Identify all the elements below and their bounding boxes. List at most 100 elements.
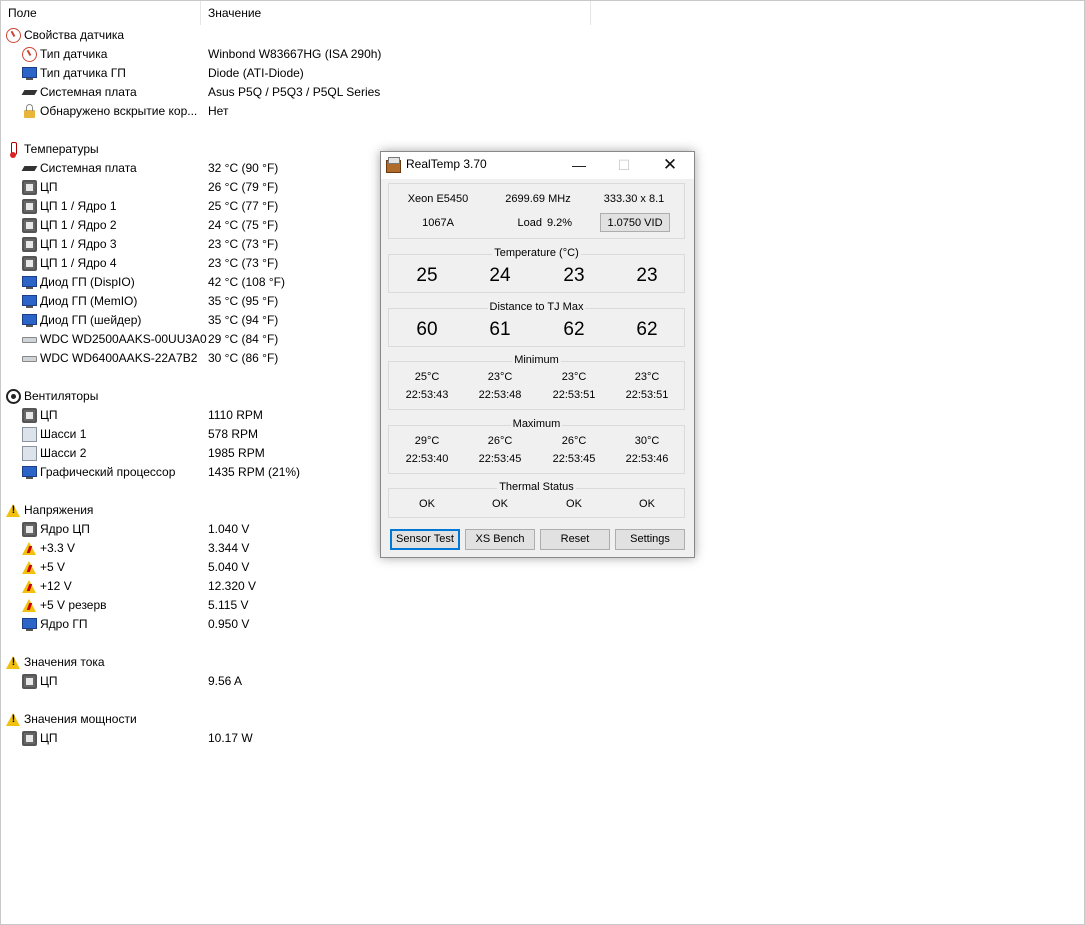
cpu-icon xyxy=(22,522,37,537)
tree-row[interactable]: Тип датчика Winbond W83667HG (ISA 290h) xyxy=(0,45,600,64)
vid-button[interactable]: 1.0750 VID xyxy=(600,213,670,232)
gauge-icon xyxy=(22,47,37,62)
monitor-icon xyxy=(22,313,37,328)
tree-row-label: Тип датчика xyxy=(40,47,108,61)
tree-row-label: +5 V резерв xyxy=(40,598,107,612)
tree-row-label: Ядро ЦП xyxy=(40,522,90,536)
close-button[interactable]: ✕ xyxy=(647,152,693,179)
distance-title: Distance to TJ Max xyxy=(487,301,586,313)
xs-bench-button[interactable]: XS Bench xyxy=(465,529,535,550)
tree-row-value: Diode (ATI-Diode) xyxy=(208,66,304,80)
realtemp-app-icon xyxy=(385,157,401,173)
reset-button[interactable]: Reset xyxy=(540,529,610,550)
tree-row-value: 1110 RPM xyxy=(208,408,263,422)
settings-button[interactable]: Settings xyxy=(615,529,685,550)
tree-group-sensor-props[interactable]: Свойства датчика xyxy=(0,26,600,45)
sensor-test-button[interactable]: Sensor Test xyxy=(390,529,460,550)
case-icon xyxy=(22,427,37,442)
column-header-value[interactable]: Значение xyxy=(201,1,591,25)
tree-row-label: ЦП 1 / Ядро 2 xyxy=(40,218,117,232)
tree-group-currents[interactable]: Значения тока xyxy=(0,653,600,672)
tree-group-label: Напряжения xyxy=(24,503,94,517)
cpu-icon xyxy=(22,731,37,746)
cpu-multiplier: 333.30 x 8.1 xyxy=(603,193,665,205)
monitor-icon xyxy=(22,275,37,290)
thermal-status-value: OK xyxy=(492,498,508,510)
realtemp-titlebar[interactable]: RealTemp 3.70 — ☐ ✕ xyxy=(381,152,694,179)
tree-row[interactable]: Тип датчика ГП Diode (ATI-Diode) xyxy=(0,64,600,83)
tree-row-value: 12.320 V xyxy=(208,579,257,593)
tree-row-value: 578 RPM xyxy=(208,427,259,441)
maximum-panel: Maximum 29°C 26°C 26°C 30°C 22:53:40 22:… xyxy=(388,418,685,474)
tree-row-label: ЦП xyxy=(40,674,58,688)
max-time: 22:53:45 xyxy=(478,453,522,465)
list-header: Поле Значение xyxy=(1,1,1083,25)
tree-row-label: Системная плата xyxy=(40,85,137,99)
tree-row-value: 30 °C (86 °F) xyxy=(208,351,279,365)
tree-row-label: WDC WD2500AAKS-00UU3A0 xyxy=(40,332,207,346)
min-time: 22:53:51 xyxy=(552,389,596,401)
tree-row[interactable]: +5 V 5.040 V xyxy=(0,558,600,577)
tree-row-value: 23 °C (73 °F) xyxy=(208,237,279,251)
minimum-title: Minimum xyxy=(512,354,561,366)
distance-panel: Distance to TJ Max 60 61 62 62 xyxy=(388,301,685,347)
cpu-load-label: Load xyxy=(517,217,542,229)
tree-group-label: Свойства датчика xyxy=(24,28,125,42)
tree-row-value: 5.115 V xyxy=(208,598,249,612)
tree-row-value: 35 °C (95 °F) xyxy=(208,294,279,308)
max-temp: 26°C xyxy=(487,435,513,447)
tree-row-value: 1985 RPM xyxy=(208,446,265,460)
thermometer-icon xyxy=(6,142,21,158)
voltage-warning-icon xyxy=(22,598,37,613)
maximize-button[interactable]: ☐ xyxy=(601,152,647,179)
min-time: 22:53:48 xyxy=(478,389,522,401)
core-temp-value: 23 xyxy=(563,265,585,286)
tree-row-value: 1435 RPM (21%) xyxy=(208,465,301,479)
tree-row-value: Winbond W83667HG (ISA 290h) xyxy=(208,47,382,61)
monitor-icon xyxy=(22,465,37,480)
cpu-icon xyxy=(22,237,37,252)
tree-row-label: Обнаружено вскрытие кор... xyxy=(40,104,198,118)
temperature-panel: Temperature (°C) 25 24 23 23 xyxy=(388,247,685,293)
tree-row-label: ЦП xyxy=(40,408,58,422)
lock-icon xyxy=(22,104,37,119)
tree-row-label: +3.3 V xyxy=(40,541,76,555)
cpu-icon xyxy=(22,256,37,271)
cpu-clock: 2699.69 MHz xyxy=(505,193,571,205)
column-header-field[interactable]: Поле xyxy=(1,1,201,25)
tree-row[interactable]: Ядро ГП 0.950 V xyxy=(0,615,600,634)
thermal-status-panel: Thermal Status OK OK OK OK xyxy=(388,481,685,518)
max-temp: 26°C xyxy=(561,435,587,447)
cpu-icon xyxy=(22,218,37,233)
max-temp: 29°C xyxy=(414,435,440,447)
tree-group-powers[interactable]: Значения мощности xyxy=(0,710,600,729)
cpu-stepping: 1067A xyxy=(422,217,454,229)
tree-row-label: Тип датчика ГП xyxy=(40,66,126,80)
tree-row-value: 0.950 V xyxy=(208,617,250,631)
tree-row-label: WDC WD6400AAKS-22A7B2 xyxy=(40,351,198,365)
core-temp-value: 23 xyxy=(636,265,658,286)
tree-row[interactable]: ЦП 10.17 W xyxy=(0,729,600,748)
tree-row-label: Шасси 1 xyxy=(40,427,87,441)
minimum-panel: Minimum 25°C 23°C 23°C 23°C 22:53:43 22:… xyxy=(388,354,685,410)
tree-row-value: 29 °C (84 °F) xyxy=(208,332,279,346)
hdd-icon xyxy=(22,332,37,347)
motherboard-icon xyxy=(22,161,37,176)
tree-row-value: 24 °C (75 °F) xyxy=(208,218,279,232)
tree-row[interactable]: ЦП 9.56 A xyxy=(0,672,600,691)
tree-row[interactable]: +5 V резерв 5.115 V xyxy=(0,596,600,615)
tree-row-label: ЦП 1 / Ядро 1 xyxy=(40,199,117,213)
min-temp: 25°C xyxy=(414,371,440,383)
tree-row-label: Системная плата xyxy=(40,161,137,175)
tree-row[interactable]: +12 V 12.320 V xyxy=(0,577,600,596)
min-time: 22:53:43 xyxy=(405,389,449,401)
minimize-button[interactable]: — xyxy=(556,152,602,179)
warning-icon xyxy=(6,653,21,672)
thermal-status-title: Thermal Status xyxy=(497,481,576,493)
tree-row[interactable]: Обнаружено вскрытие кор... Нет xyxy=(0,102,600,121)
maximum-title: Maximum xyxy=(510,418,563,430)
tree-row[interactable]: Системная плата Asus P5Q / P5Q3 / P5QL Se… xyxy=(0,83,600,102)
tree-row-label: +12 V xyxy=(40,579,72,593)
fan-icon xyxy=(6,389,21,404)
monitor-icon xyxy=(22,294,37,309)
